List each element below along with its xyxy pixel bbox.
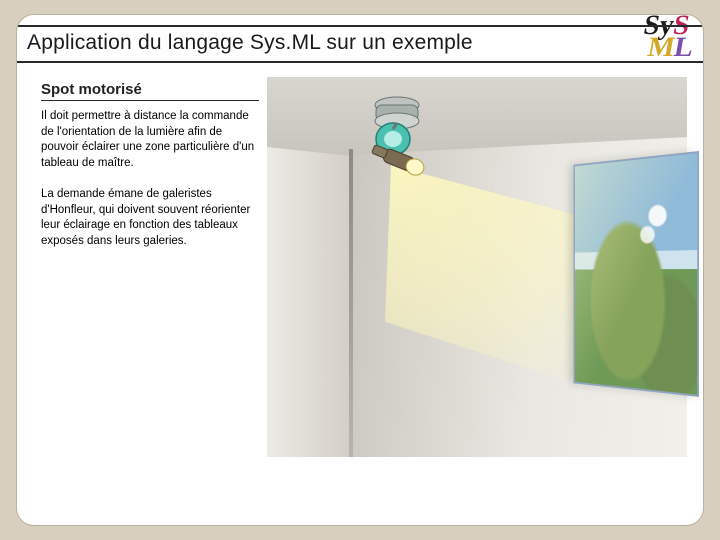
paragraph-2: La demande émane de galeristes d'Honfleu… xyxy=(41,187,259,249)
text-column: Spot motorisé Il doit permettre à distan… xyxy=(41,81,259,507)
spotlight-device xyxy=(363,95,441,181)
header-bar: Application du langage Sys.ML sur un exe… xyxy=(17,25,703,63)
illustration xyxy=(267,77,687,457)
paragraph-1: Il doit permettre à distance la commande… xyxy=(41,109,259,171)
room-corner xyxy=(349,149,353,457)
slide-title: Application du langage Sys.ML sur un exe… xyxy=(27,31,693,55)
section-subtitle: Spot motorisé xyxy=(41,81,259,101)
painting xyxy=(573,151,699,397)
slide: SyS ML Application du langage Sys.ML sur… xyxy=(16,14,704,526)
wall-left xyxy=(267,147,361,457)
content-area: Spot motorisé Il doit permettre à distan… xyxy=(17,63,703,517)
